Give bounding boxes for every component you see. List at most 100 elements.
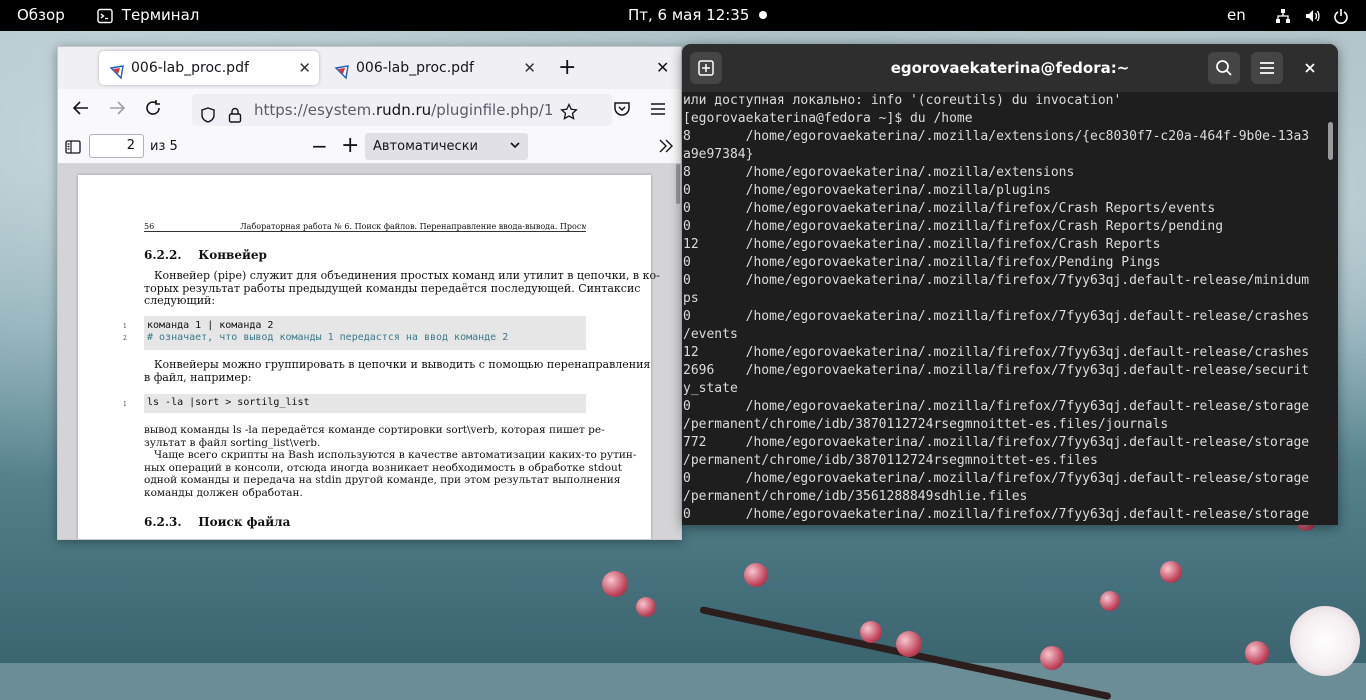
- code-line-number: 1: [123, 323, 127, 330]
- zoom-select[interactable]: Автоматически: [365, 133, 528, 160]
- paragraph-line: вывод команды ls -la передаётся команде …: [144, 424, 605, 436]
- search-button[interactable]: [1208, 52, 1240, 84]
- wallpaper-blossom: [602, 571, 628, 597]
- paragraph-line: Конвейеры можно группировать в цепочки и…: [154, 358, 651, 371]
- terminal-line: /permanent/chrome/idb/3561288849sdhlie.f…: [683, 489, 1028, 504]
- chevron-down-icon: [510, 133, 520, 160]
- wallpaper-blossom: [860, 621, 882, 643]
- paragraph-line: ных операций в консоли, отсюда иногда во…: [144, 462, 622, 474]
- wallpaper-blossom: [744, 563, 768, 587]
- tab-title: 006-lab_proc.pdf: [356, 60, 474, 76]
- close-window-icon[interactable]: [1300, 58, 1320, 78]
- close-tab-icon[interactable]: ✕: [298, 51, 311, 85]
- volume-icon[interactable]: [1305, 0, 1321, 31]
- terminal-output[interactable]: или доступная локально: info '(coreutils…: [682, 92, 1324, 525]
- terminal-line: 0 /home/egorovaekaterina/.mozilla/firefo…: [683, 471, 1310, 486]
- top-bar: Обзор Терминал Пт, 6 мая 12:35 en: [0, 0, 1366, 31]
- terminal-line: или доступная локально: info '(coreutils…: [683, 93, 1122, 108]
- code-line: команда 1 | команда 2: [147, 320, 274, 331]
- page-total: из 5: [150, 139, 178, 154]
- terminal-line: a9e97384}: [683, 147, 754, 162]
- page-number-input[interactable]: 2: [89, 134, 144, 158]
- pdf-toolbar: 2 из 5 − + Автоматически: [58, 131, 681, 164]
- terminal-line: /events: [683, 327, 738, 342]
- wallpaper-blossom: [896, 631, 922, 657]
- pdf-scrollbar[interactable]: [676, 164, 680, 204]
- pdf-page: 56 Лабораторная работа № 6. Поиск файлов…: [78, 175, 660, 539]
- notification-dot-icon: [759, 11, 767, 19]
- terminal-line: /permanent/chrome/idb/3870112724rsegmnoi…: [683, 453, 1098, 468]
- wallpaper-blossom: [1245, 641, 1269, 665]
- hamburger-menu-icon[interactable]: [649, 100, 667, 122]
- tab-pdf-2[interactable]: 006-lab_proc.pdf ✕: [324, 51, 544, 85]
- terminal-line: 772 /home/egorovaekaterina/.mozilla/fire…: [683, 435, 1310, 450]
- terminal-headerbar: egorovaekaterina@fedora:~: [682, 44, 1338, 92]
- wallpaper-blossom: [1100, 591, 1120, 611]
- pdf-viewer[interactable]: 56 Лабораторная работа № 6. Поиск файлов…: [58, 164, 681, 539]
- code-line-number: 2: [123, 335, 127, 342]
- zoom-out-icon[interactable]: −: [311, 136, 328, 156]
- terminal-line: 8 /home/egorovaekaterina/.mozilla/extens…: [683, 165, 1075, 180]
- tab-strip: 006-lab_proc.pdf ✕ 006-lab_proc.pdf ✕ + …: [58, 47, 681, 89]
- app-menu[interactable]: Терминал: [97, 0, 199, 31]
- firefox-window: 006-lab_proc.pdf ✕ 006-lab_proc.pdf ✕ + …: [57, 46, 682, 540]
- terminal-window: egorovaekaterina@fedora:~ или доступная …: [682, 44, 1338, 525]
- terminal-line: 0 /home/egorovaekaterina/.mozilla/firefo…: [683, 309, 1310, 324]
- terminal-line: 0 /home/egorovaekaterina/.mozilla/firefo…: [683, 201, 1216, 216]
- zoom-value: Автоматически: [373, 139, 479, 154]
- activities-button[interactable]: Обзор: [17, 0, 65, 31]
- power-icon[interactable]: [1333, 0, 1349, 31]
- back-arrow-icon[interactable]: [72, 99, 90, 121]
- network-icon[interactable]: [1275, 0, 1291, 31]
- zoom-in-icon[interactable]: +: [341, 135, 359, 157]
- terminal-app-icon: [97, 6, 118, 24]
- forward-arrow-icon[interactable]: [108, 99, 126, 121]
- clock[interactable]: Пт, 6 мая 12:35: [628, 0, 749, 31]
- app-name: Терминал: [121, 6, 200, 24]
- url-text: https://esystem.rudn.ru/pluginfile.php/1…: [254, 101, 554, 119]
- tracking-shield-icon[interactable]: [200, 102, 216, 126]
- terminal-line: 8 /home/egorovaekaterina/.mozilla/extens…: [683, 129, 1310, 144]
- paragraph-line: торых результат работы предыдущей команд…: [144, 282, 641, 295]
- bookmark-star-icon[interactable]: [560, 100, 578, 126]
- terminal-line: 0 /home/egorovaekaterina/.mozilla/plugin…: [683, 183, 1051, 198]
- keyboard-layout-indicator[interactable]: en: [1227, 0, 1246, 31]
- menu-button[interactable]: [1251, 52, 1283, 84]
- terminal-line: 0 /home/egorovaekaterina/.mozilla/firefo…: [683, 507, 1310, 522]
- terminal-line: 12 /home/egorovaekaterina/.mozilla/firef…: [683, 345, 1310, 360]
- close-window-icon[interactable]: ✕: [656, 55, 672, 81]
- paragraph-line: команды должен обработан.: [144, 487, 303, 499]
- header-rule: [144, 231, 586, 232]
- pocket-icon[interactable]: [613, 100, 631, 122]
- paragraph-line: зультат в файл sorting_list\verb.: [144, 437, 321, 449]
- more-tools-chevron-icon[interactable]: [658, 138, 674, 158]
- terminal-line: 0 /home/egorovaekaterina/.mozilla/firefo…: [683, 399, 1310, 414]
- tab-pdf-1[interactable]: 006-lab_proc.pdf ✕: [99, 51, 319, 85]
- paragraph-line: в файл, например:: [144, 371, 252, 384]
- paragraph-line: Чаще всего скрипты на Bash используются …: [154, 449, 637, 461]
- terminal-line: 12 /home/egorovaekaterina/.mozilla/firef…: [683, 237, 1161, 252]
- sidebar-toggle-icon[interactable]: [65, 139, 81, 159]
- lock-icon[interactable]: [228, 102, 242, 126]
- wallpaper-blossom: [1160, 561, 1182, 583]
- paragraph-line: Конвейер (pipe) служит для объединения п…: [154, 269, 660, 282]
- paragraph-line: следующий:: [144, 294, 216, 307]
- terminal-scrollbar[interactable]: [1328, 122, 1333, 160]
- code-line-number: 1: [123, 401, 127, 408]
- close-tab-icon[interactable]: ✕: [523, 51, 536, 85]
- navigation-toolbar: https://esystem.rudn.ru/pluginfile.php/1…: [58, 89, 681, 131]
- wallpaper-blossom: [636, 597, 656, 617]
- new-tab-plus-icon[interactable]: +: [558, 55, 578, 81]
- terminal-line: 2696 /home/egorovaekaterina/.mozilla/fir…: [683, 363, 1310, 378]
- code-line: ls -la |sort > sortilg_list: [147, 397, 310, 408]
- terminal-line: 0 /home/egorovaekaterina/.mozilla/firefo…: [683, 273, 1310, 288]
- terminal-line: /permanent/chrome/idb/3870112724rsegmnoi…: [683, 417, 1169, 432]
- paragraph-line: одной команды и передача на stdin другой…: [144, 474, 621, 486]
- terminal-line: 0 /home/egorovaekaterina/.mozilla/firefo…: [683, 255, 1161, 270]
- reload-icon[interactable]: [144, 99, 162, 121]
- terminal-line: [egorovaekaterina@fedora ~]$ du /home: [683, 111, 973, 126]
- url-bar[interactable]: https://esystem.rudn.ru/pluginfile.php/1…: [192, 94, 612, 126]
- terminal-line: y_state: [683, 381, 738, 396]
- section-heading: 6.2.3. Поиск файла: [144, 515, 291, 529]
- wallpaper-blossom: [1040, 646, 1064, 670]
